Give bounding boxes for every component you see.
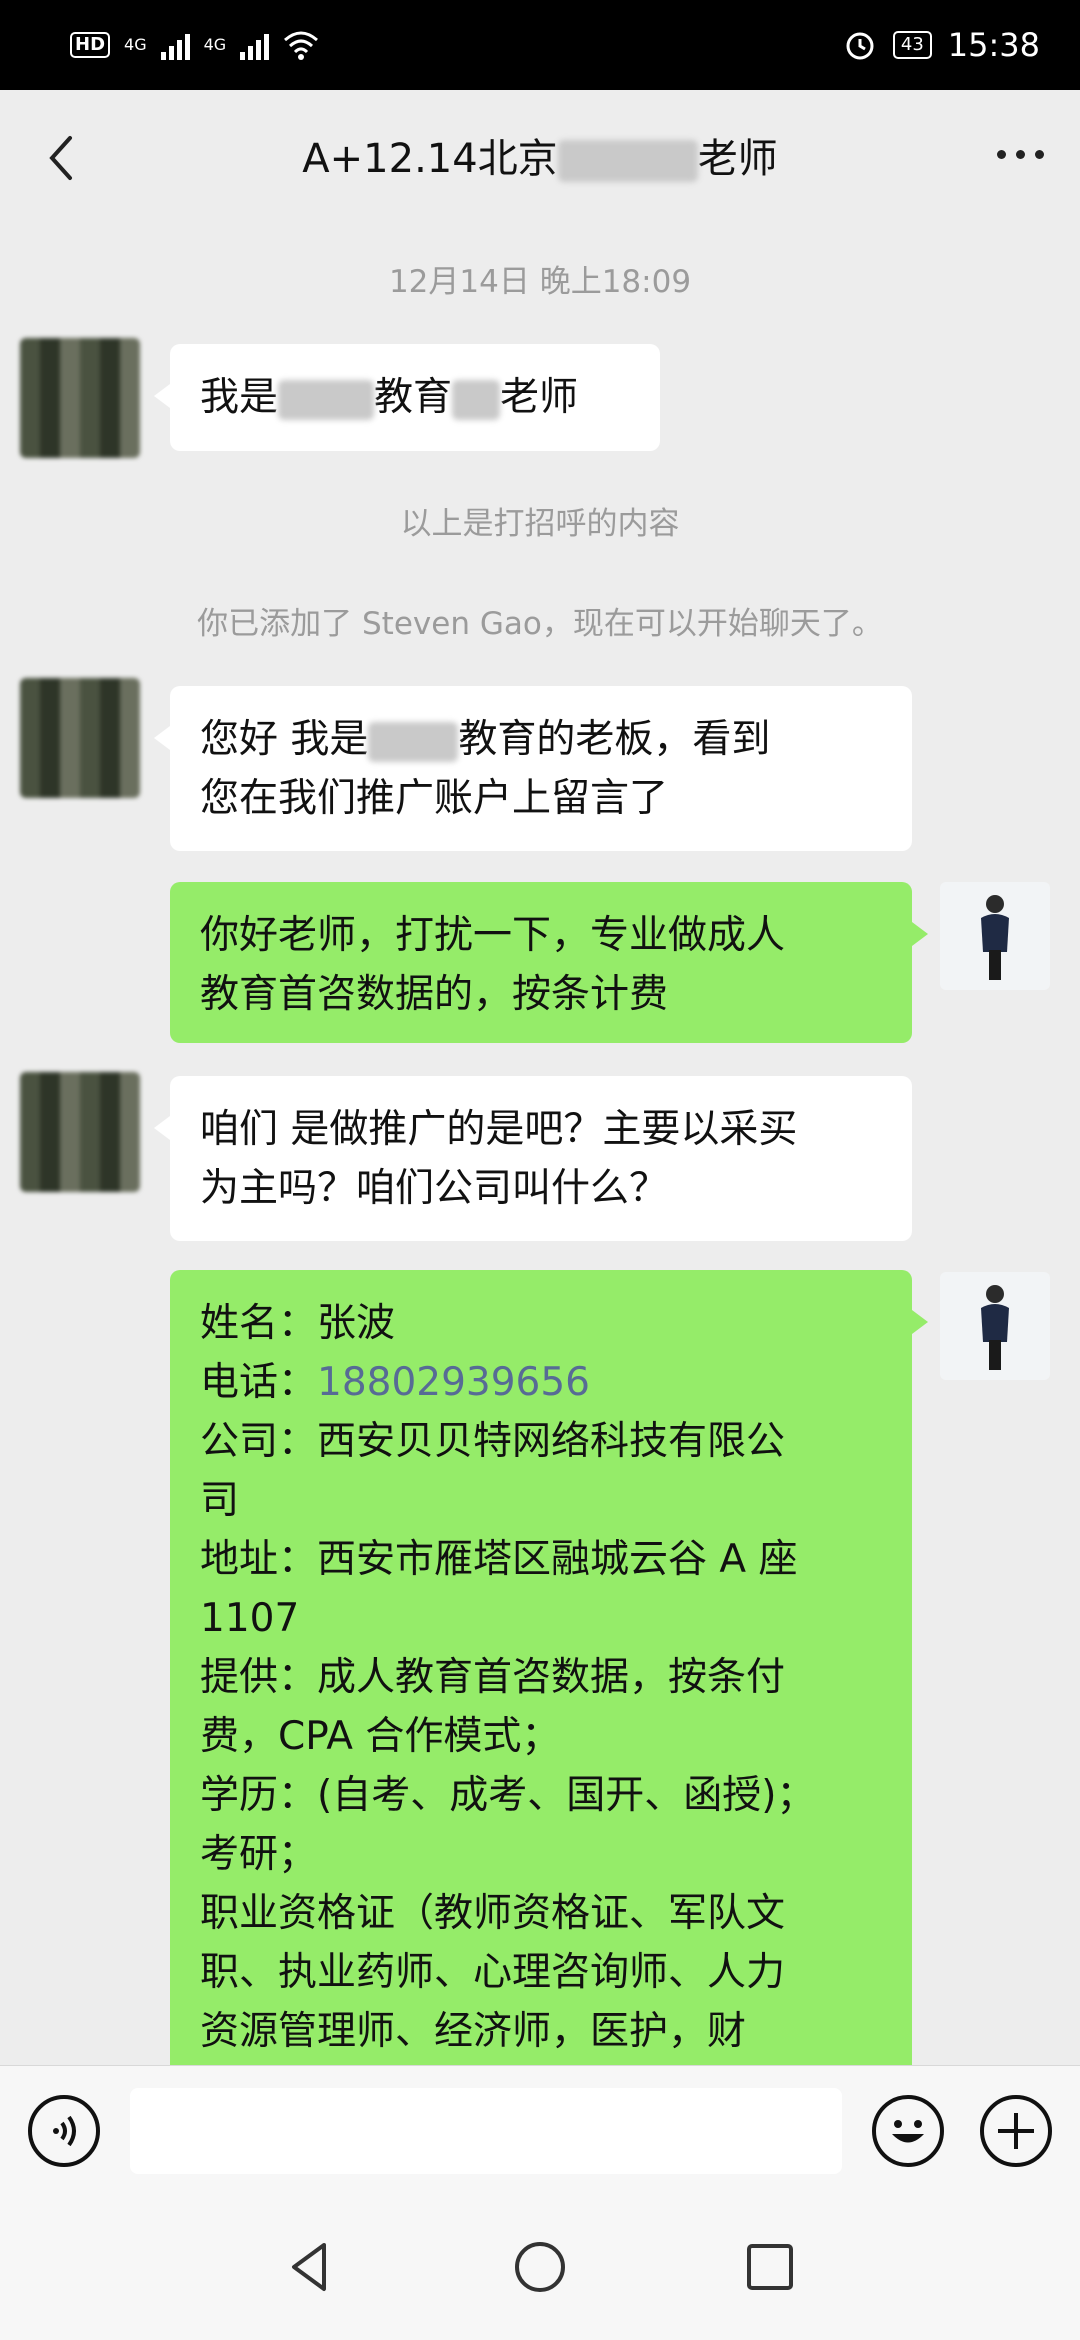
timestamp: 12月14日 晚上18:09 [388,264,692,300]
message-line: 职业资格证（教师资格证、军队文 [200,1891,786,1936]
plus-icon[interactable] [980,2095,1052,2167]
avatar[interactable] [940,1272,1050,1380]
message-input[interactable] [130,2088,842,2174]
message-line: 1107 [200,1596,300,1641]
message-line: 资源管理师、经济师，医护，财 [200,2009,747,2054]
input-bar [0,2065,1080,2195]
message-line: 地址：西安市雁塔区融城云谷 A 座 [200,1537,798,1582]
message-text: 老师 [500,375,579,420]
message-line: 学历：(自考、成考、国开、函授)； [200,1773,816,1818]
message-bubble[interactable]: 姓名：张波 电话：18802939656 公司：西安贝贝特网络科技有限公 司 地… [170,1270,928,2065]
avatar[interactable] [20,1072,140,1192]
person-photo [981,895,1009,980]
nav-recents-icon[interactable] [740,2237,800,2297]
chat-title-suffix: 老师 [697,136,778,182]
hd-icon: HD [70,32,111,58]
nav-back-icon[interactable] [280,2237,340,2297]
chat-header: A+12.14北京 老师 [0,90,1080,220]
back-arrow-icon[interactable] [34,128,94,188]
redacted-text [368,721,459,762]
message-line: 教育首咨数据的，按条计费 [200,972,669,1017]
redacted-text [452,379,501,420]
clock: 15:38 [947,26,1040,64]
nav-home-icon[interactable] [510,2237,570,2297]
message-line: 为主吗？咱们公司叫什么？ [200,1166,669,1211]
message-line: 咱们 是做推广的是吧？主要以采买 [200,1107,798,1152]
status-right: 43 15:38 [843,26,1040,64]
wifi-icon [284,31,319,60]
emoji-icon[interactable] [872,2095,944,2167]
message-line: 您好 我是 教育的老板，看到 [200,710,882,769]
message-line: 您在我们推广账户上留言了 [200,776,669,821]
message-line: 费，CPA 合作模式； [200,1714,561,1759]
redacted-text [278,379,375,420]
message-text: 我是 [200,375,279,420]
avatar[interactable] [20,338,140,458]
message-line: 职、执业药师、心理咨询师、人力 [200,1950,786,1995]
redacted-text [557,140,698,182]
avatar[interactable] [20,678,140,798]
chat-title-prefix: A+12.14北京 [302,136,558,182]
system-message: 你已添加了 Steven Gao，现在可以开始聊天了。 [197,606,883,642]
phone-link[interactable]: 18802939656 [317,1360,590,1405]
status-left: HD 4G 4G [70,30,319,60]
message-line: 姓名：张波 [200,1301,396,1346]
system-nav-bar [0,2195,1080,2340]
message-text: 教育的老板，看到 [458,717,771,762]
message-line: 司 [200,1478,240,1523]
message-bubble[interactable]: 你好老师，打扰一下，专业做成人 教育首咨数据的，按条计费 [170,882,928,1043]
message-text: 您好 我是 [200,717,369,762]
message-text: 教育 [374,375,453,420]
person-photo [981,1285,1009,1370]
message-text: 电话： [200,1360,318,1405]
message-bubble[interactable]: 您好 我是 教育的老板，看到 您在我们推广账户上留言了 [154,686,912,851]
signal-icon [160,30,190,60]
chat-title: A+12.14北京 老师 [302,126,778,184]
signal-icon-2 [240,30,270,60]
voice-icon[interactable] [28,2095,100,2167]
message-bubble[interactable]: 我是 教育 老师 [154,344,660,451]
avatar[interactable] [940,882,1050,990]
status-bar: HD 4G 4G 43 15:38 [0,0,1080,90]
message-bubble[interactable]: 咱们 是做推广的是吧？主要以采买 为主吗？咱们公司叫什么？ [154,1076,912,1241]
message-line: 公司：西安贝贝特网络科技有限公 [200,1419,786,1464]
message-line: 考研； [200,1832,318,1877]
more-dots-icon[interactable] [997,150,1044,159]
battery-icon: 43 [892,31,932,59]
system-message: 以上是打招呼的内容 [400,506,680,542]
network-type-2: 4G [203,35,227,54]
message-line: 你好老师，打扰一下，专业做成人 [200,913,786,958]
message-line: 电话：18802939656 [200,1353,882,1412]
network-type: 4G [124,35,147,54]
message-line: 提供：成人教育首咨数据，按条付 [200,1655,786,1700]
alarm-icon [846,32,874,60]
chat-area[interactable]: 12月14日 晚上18:09 我是 教育 老师 以上是打招呼的内容 你已添加了 St… [0,220,1080,2065]
